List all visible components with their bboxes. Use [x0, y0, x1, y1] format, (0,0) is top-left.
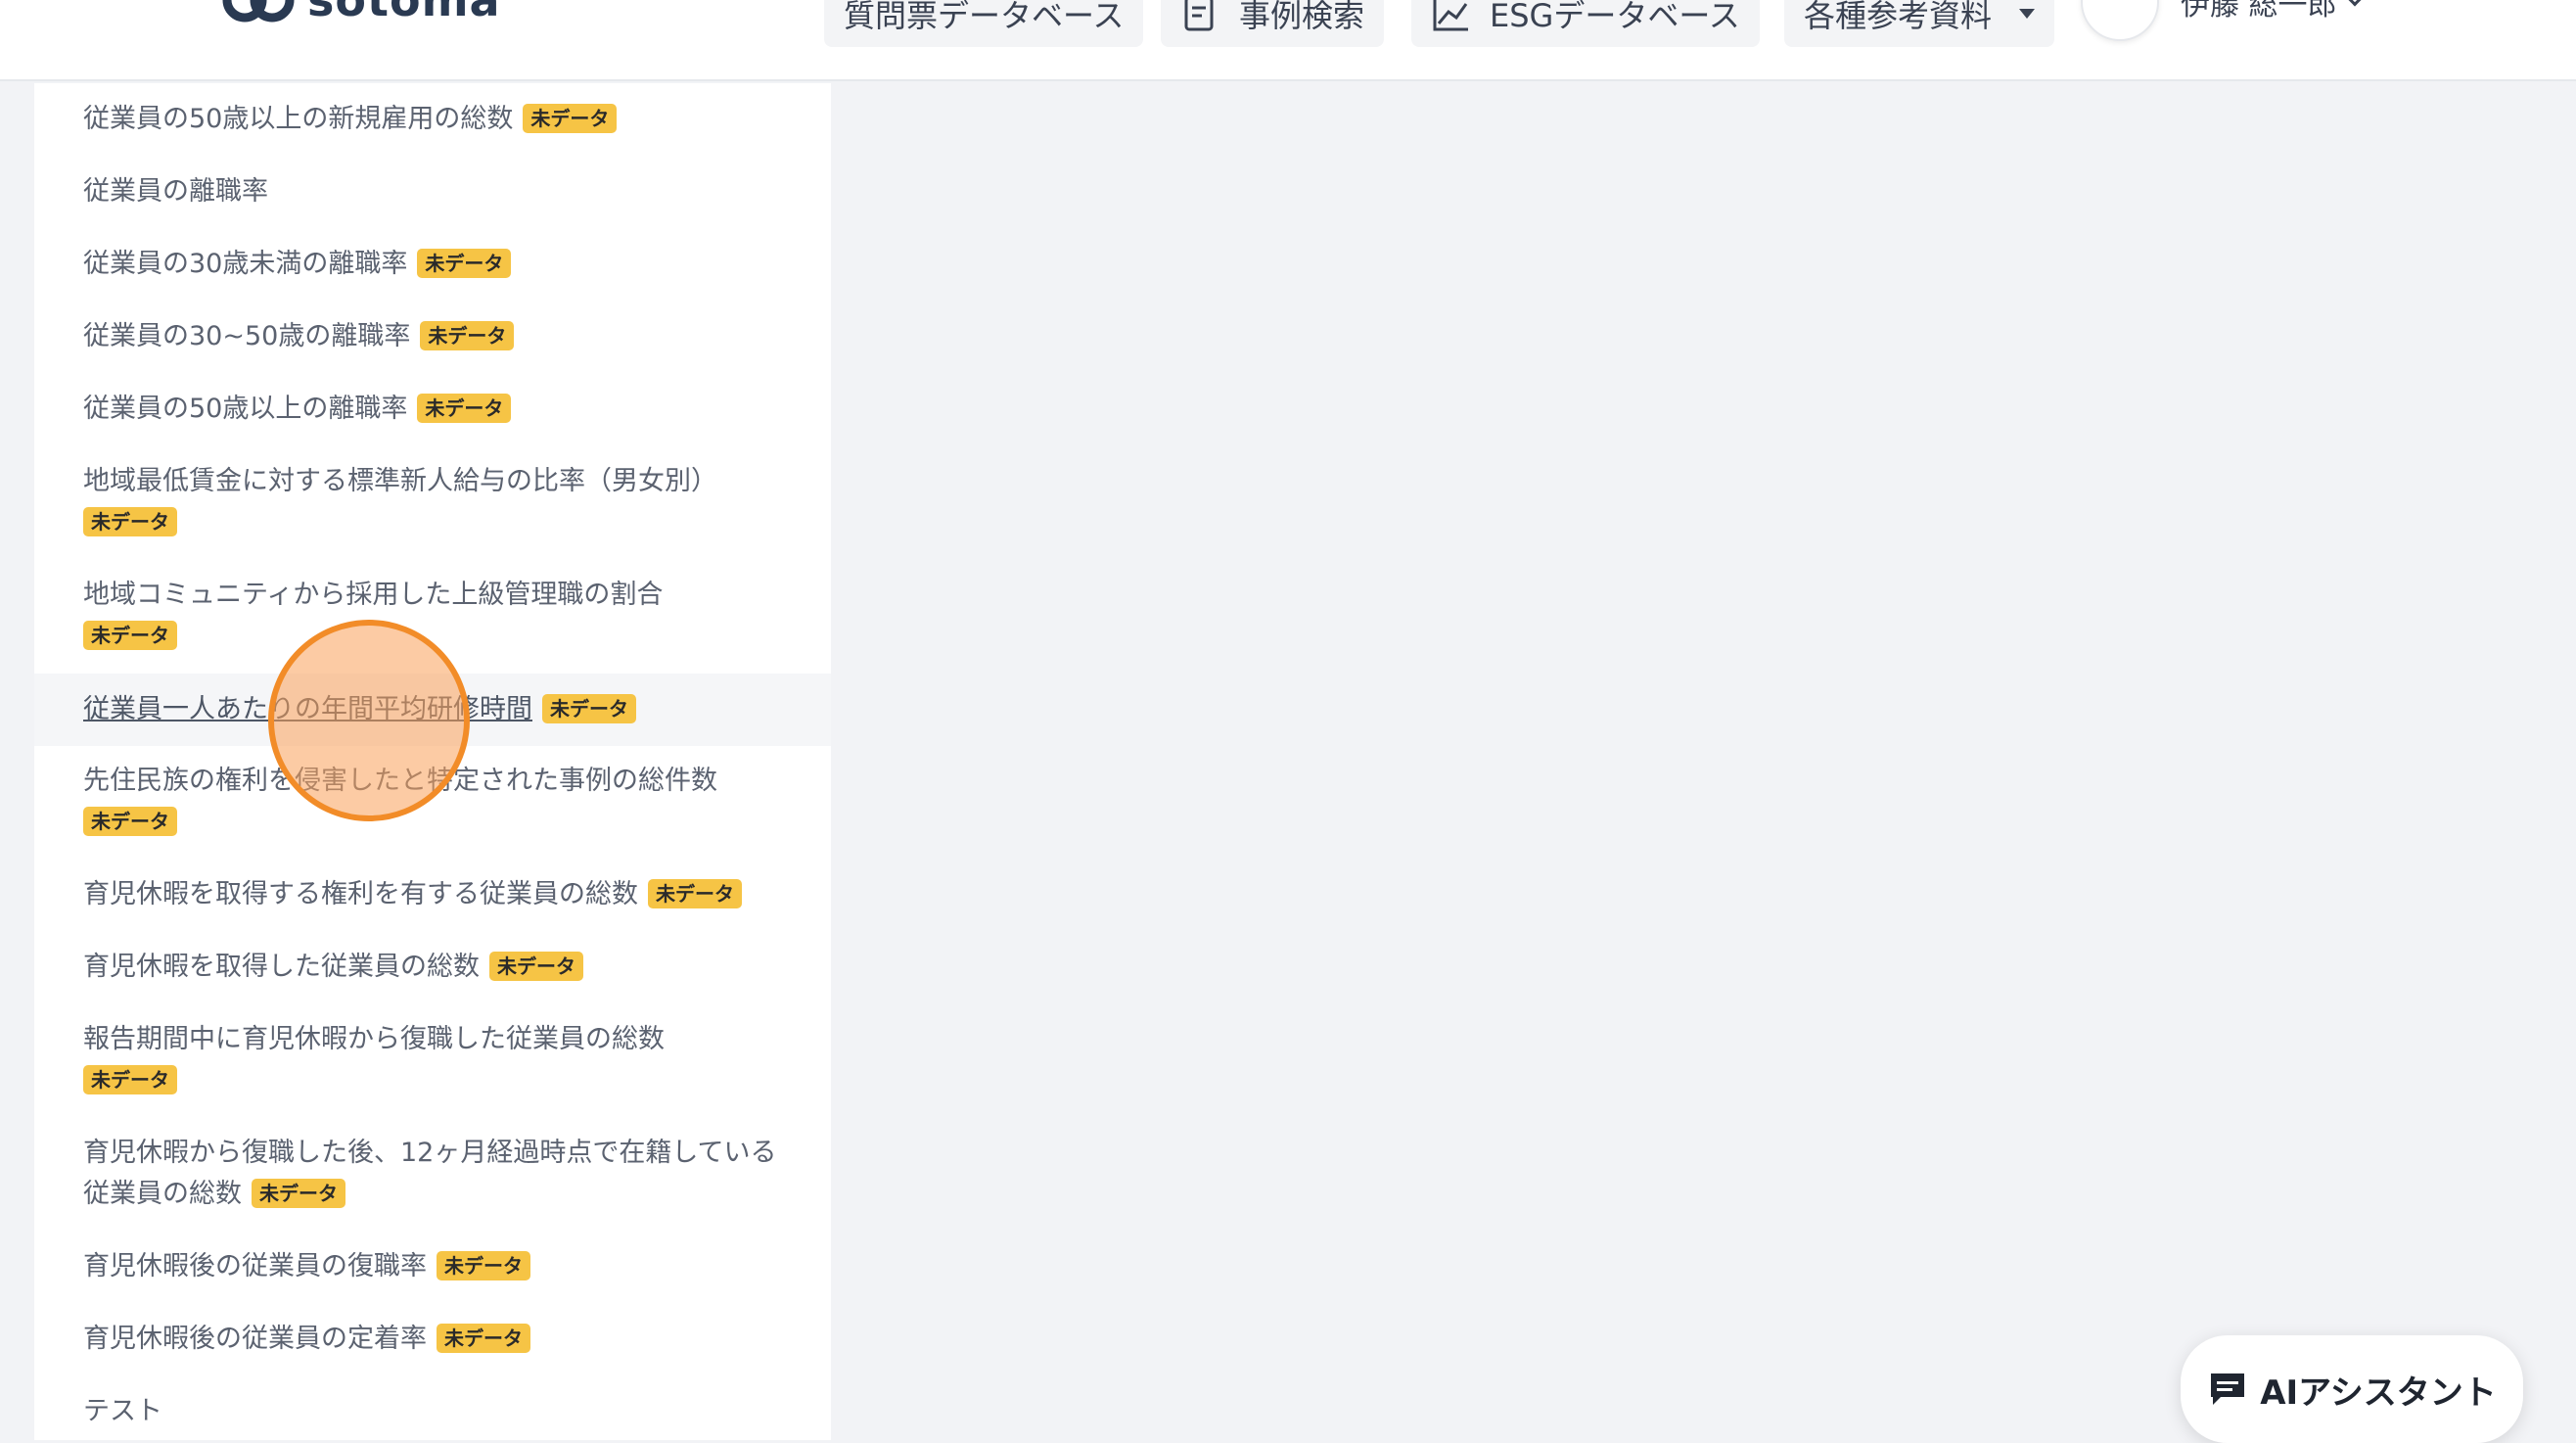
nav-label: 事例検索 [1239, 0, 1365, 34]
chevron-down-icon [2346, 0, 2364, 7]
no-data-badge: 未データ [542, 693, 636, 723]
user-menu[interactable]: 伊藤 総一郎 [2181, 0, 2364, 23]
no-data-badge: 未データ [437, 1323, 530, 1353]
click-indicator [268, 620, 470, 821]
user-name: 伊藤 総一郎 [2181, 0, 2337, 23]
sidebar-item[interactable]: 育児休暇後の従業員の復職率 未データ [34, 1246, 831, 1287]
sidebar-item-label: 従業員の30歳未満の離職率 [83, 249, 408, 279]
nav-label: 各種参考資料 [1804, 0, 1993, 34]
sidebar-item[interactable]: 報告期間中に育児休暇から復職した従業員の総数 未データ [34, 1019, 831, 1101]
sidebar-item-label: 従業員の離職率 [83, 176, 268, 207]
no-data-badge: 未データ [437, 1250, 530, 1280]
no-data-badge: 未データ [489, 951, 583, 981]
nav-reference-materials[interactable]: 各種参考資料 [1784, 0, 2055, 47]
nav-questionnaire-db[interactable]: 質問票データベース [824, 0, 1144, 47]
sidebar-item[interactable]: 従業員の30~50歳の離職率 未データ [34, 316, 831, 357]
ai-assistant-button[interactable]: AIアシスタント [2181, 1335, 2523, 1443]
no-data-badge: 未データ [417, 393, 512, 423]
no-data-badge: 未データ [83, 806, 177, 836]
chat-icon [2211, 1373, 2245, 1405]
chart-line-icon [1431, 0, 1470, 33]
ai-assistant-label: AIアシスタント [2260, 1373, 2497, 1413]
logo[interactable]: sotoma® [219, 0, 518, 29]
logo-icon [222, 0, 295, 23]
sidebar-item-label: 地域コミュニティから採用した上級管理職の割合 [83, 580, 664, 610]
sidebar-item[interactable]: 従業員の30歳未満の離職率 未データ [34, 244, 831, 285]
nav-case-search[interactable]: 事例検索 [1161, 0, 1385, 47]
top-header: sotoma® 質問票データベース 事例検索 ESGデータベース 各種参考資料 … [0, 0, 2576, 81]
sidebar-item-label: 地域最低賃金に対する標準新人給与の比率（男女別） [83, 466, 717, 496]
sidebar-item-label: 育児休暇から復職した後、12ヶ月経過時点で在籍している従業員の総数 [83, 1138, 777, 1209]
sidebar-item[interactable]: 地域最低賃金に対する標準新人給与の比率（男女別） 未データ [34, 461, 831, 543]
sidebar-item[interactable]: テスト [34, 1391, 831, 1432]
sidebar-item[interactable]: 従業員の離職率 [34, 171, 831, 212]
nav-esg-db[interactable]: ESGデータベース [1411, 0, 1760, 47]
no-data-badge: 未データ [83, 1064, 177, 1094]
sidebar-item-label: 従業員の30~50歳の離職率 [83, 321, 411, 351]
sidebar-item-label: 従業員の50歳以上の離職率 [83, 394, 408, 424]
avatar[interactable] [2081, 0, 2159, 41]
sidebar-item[interactable]: 育児休暇を取得した従業員の総数 未データ [34, 947, 831, 988]
sidebar-item[interactable]: 従業員の50歳以上の離職率 未データ [34, 389, 831, 430]
logo-text: sotoma® [307, 0, 501, 26]
no-data-badge: 未データ [523, 103, 618, 133]
sidebar-item[interactable]: 育児休暇後の従業員の定着率 未データ [34, 1319, 831, 1360]
caret-down-icon [2019, 9, 2036, 19]
sidebar-item-label: 従業員の50歳以上の新規雇用の総数 [83, 104, 514, 134]
sidebar-item[interactable]: 育児休暇から復職した後、12ヶ月経過時点で在籍している従業員の総数 未データ [34, 1133, 831, 1215]
nav-label: 質問票データベース [844, 0, 1125, 34]
sidebar-item-label: 育児休暇後の従業員の定着率 [83, 1324, 427, 1354]
no-data-badge: 未データ [83, 506, 177, 536]
sidebar-item-label: 育児休暇を取得した従業員の総数 [83, 952, 480, 982]
sidebar-item-label: 育児休暇後の従業員の復職率 [83, 1251, 427, 1281]
no-data-badge: 未データ [417, 248, 512, 278]
no-data-badge: 未データ [648, 878, 742, 908]
document-search-icon [1180, 0, 1219, 33]
nav-label: ESGデータベース [1490, 0, 1740, 34]
no-data-badge: 未データ [252, 1178, 345, 1208]
sidebar-item[interactable]: 育児休暇を取得する権利を有する従業員の総数 未データ [34, 874, 831, 915]
sidebar-item-label: テスト [83, 1396, 162, 1426]
no-data-badge: 未データ [83, 620, 177, 650]
sidebar-item-label: 報告期間中に育児休暇から復職した従業員の総数 [83, 1024, 665, 1054]
sidebar-item[interactable]: 従業員の50歳以上の新規雇用の総数 未データ [34, 99, 831, 140]
no-data-badge: 未データ [420, 320, 515, 350]
sidebar-item-label: 育児休暇を取得する権利を有する従業員の総数 [83, 879, 638, 909]
